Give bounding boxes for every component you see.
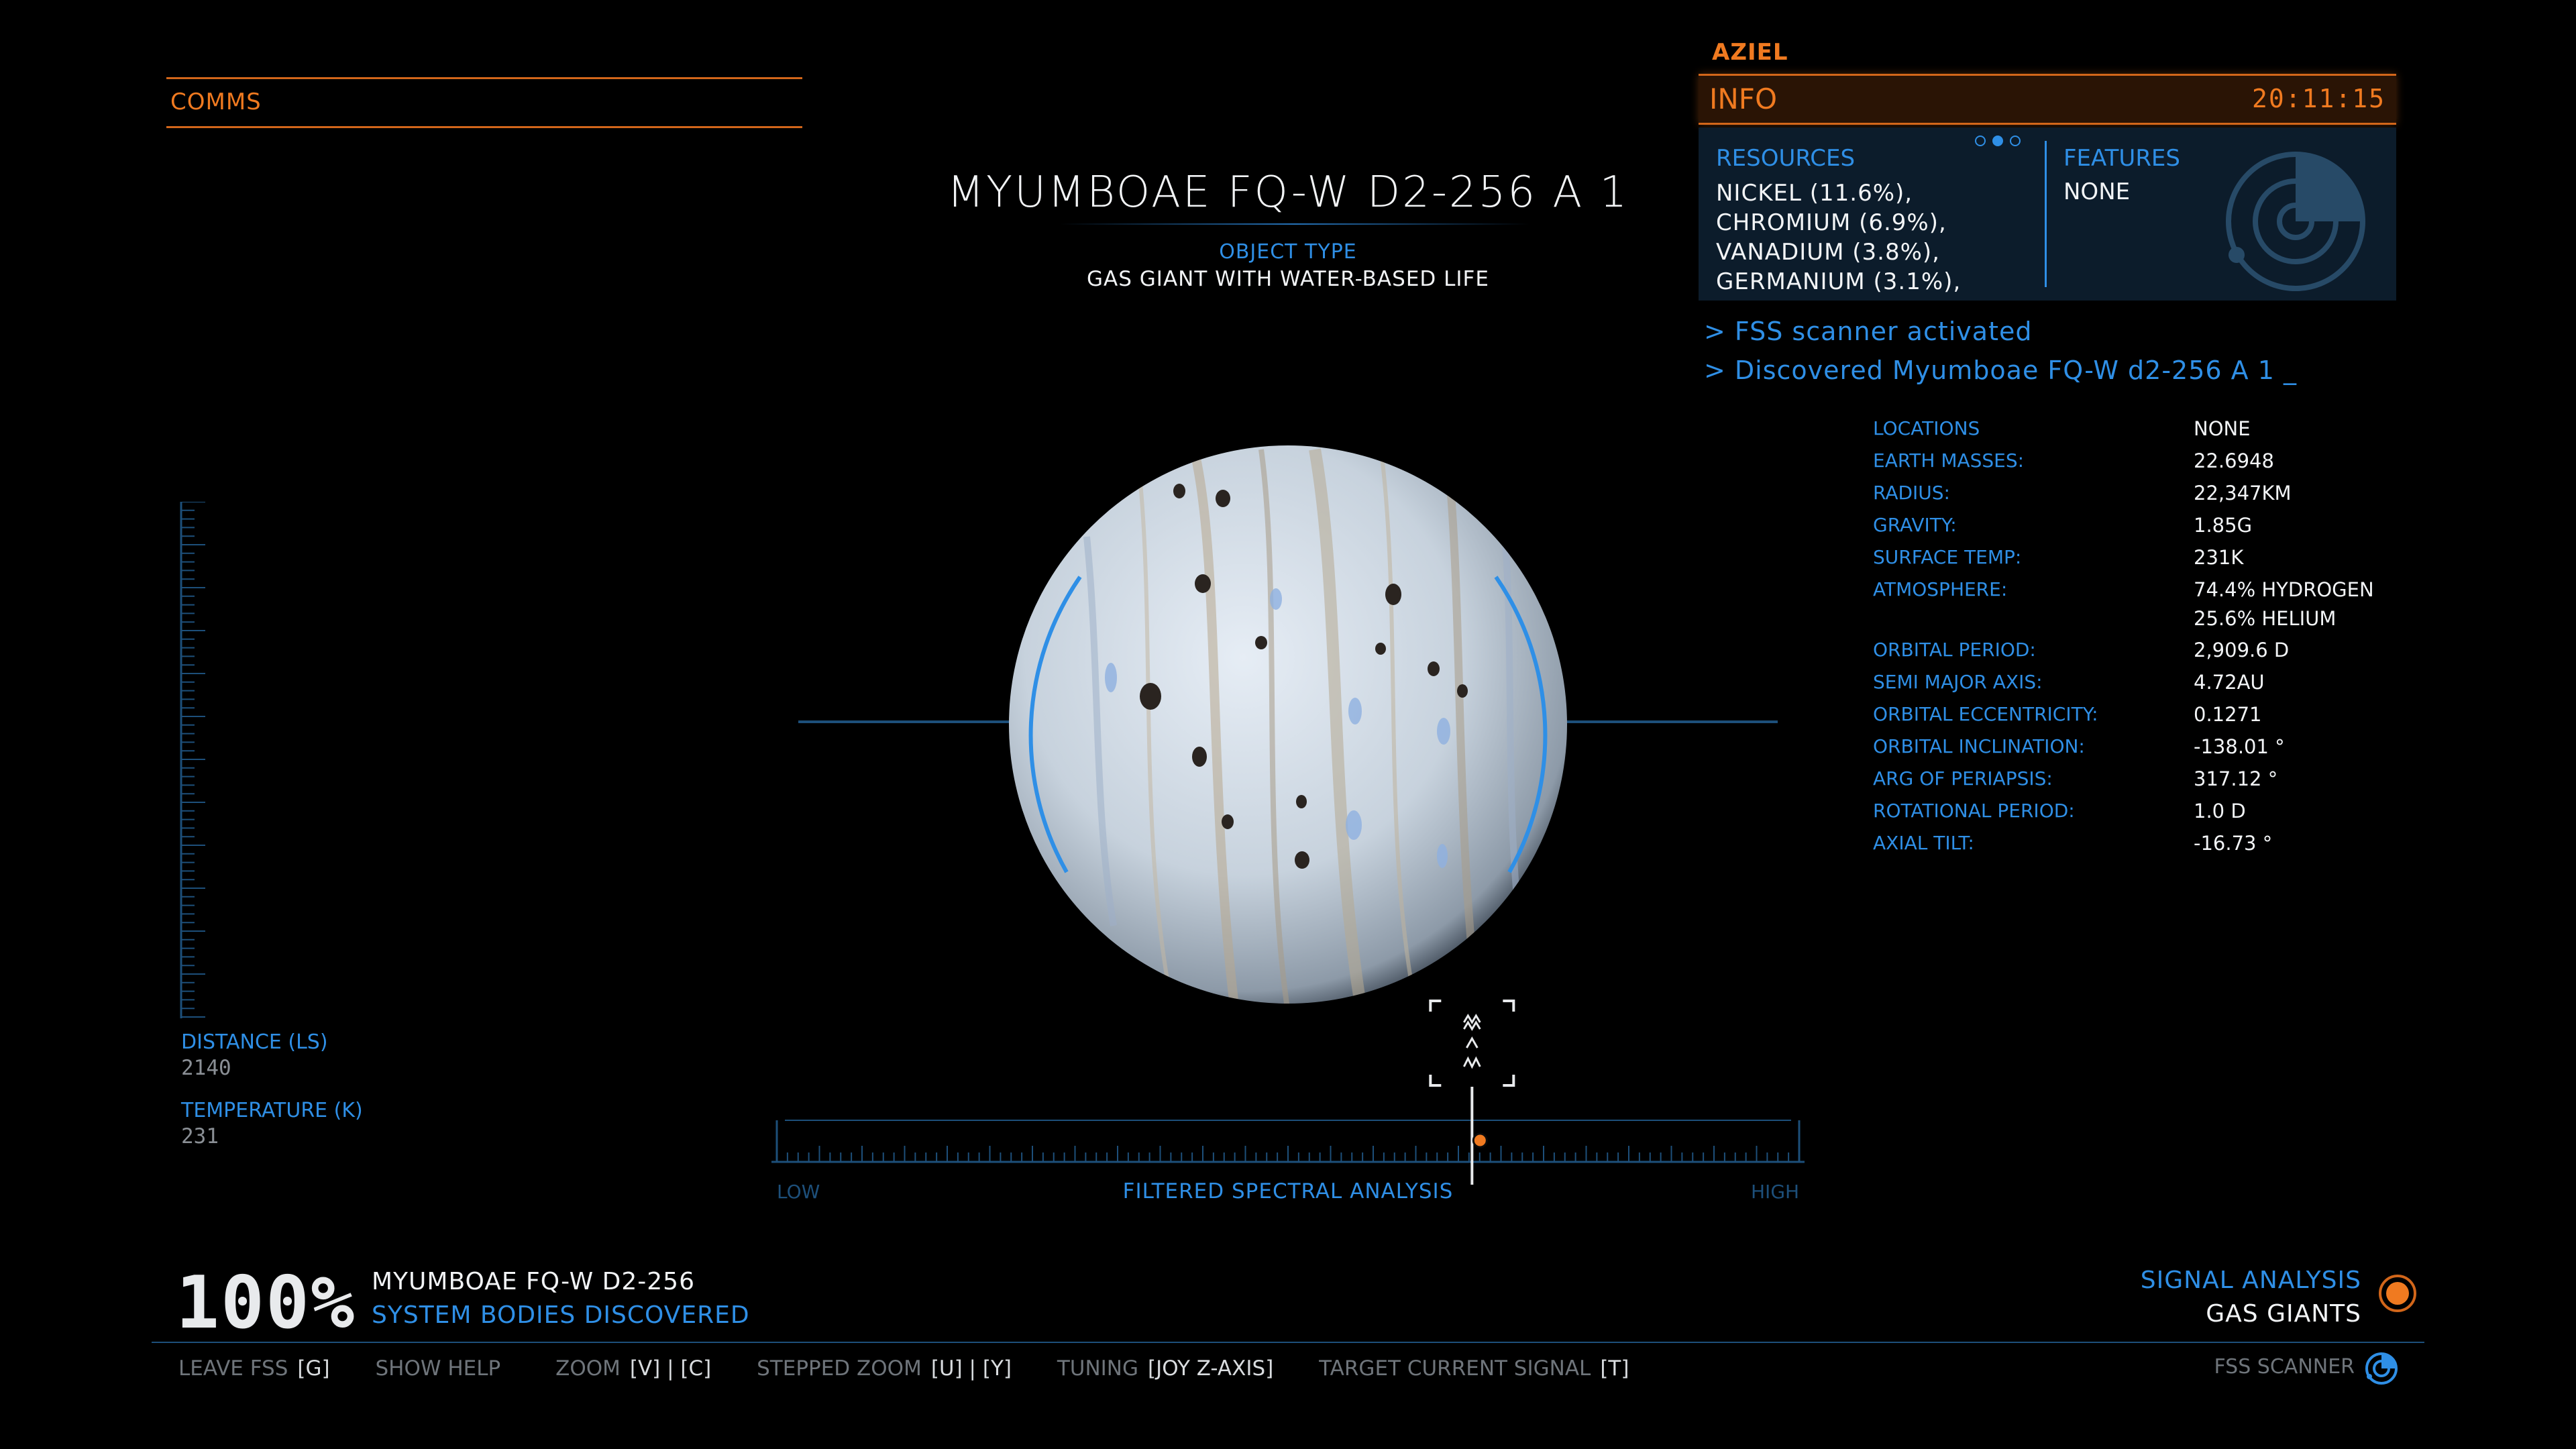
stat-label: AXIAL TILT:: [1873, 832, 1974, 854]
info-header: INFO 20:11:15: [1699, 74, 2396, 125]
stat-value: -138.01 °: [2194, 735, 2285, 758]
resources-title: RESOURCES: [1716, 145, 1856, 172]
stat-label: RADIUS:: [1873, 482, 1950, 504]
stat-value: 4.72AU: [2194, 671, 2265, 694]
log-line: > FSS scanner activated: [1704, 317, 2033, 346]
page-indicator[interactable]: [1975, 136, 2027, 149]
stat-value: 317.12 °: [2194, 767, 2278, 790]
stat-value: 0.1271: [2194, 703, 2262, 726]
show-help-control[interactable]: SHOW HELP: [375, 1356, 510, 1381]
resource-item: CHROMIUM (6.9%),: [1716, 209, 1947, 236]
log-line: > Discovered Myumboae FQ-W d2-256 A 1 _: [1704, 356, 2297, 385]
page-dot[interactable]: [2010, 136, 2021, 146]
page-dot[interactable]: [1975, 136, 1986, 146]
body-title: MYUMBOAE FQ-W D2-256 A 1: [947, 168, 1629, 217]
info-panel: RESOURCES NICKEL (11.6%), CHROMIUM (6.9%…: [1699, 127, 2396, 301]
spectrum-low-label: LOW: [777, 1181, 820, 1203]
stat-value: 1.0 D: [2194, 800, 2246, 822]
discovery-percent: 100%: [176, 1261, 356, 1345]
temperature-value: 231: [181, 1124, 219, 1148]
stat-value: -16.73 °: [2194, 832, 2273, 855]
stat-label: ROTATIONAL PERIOD:: [1873, 800, 2075, 822]
resource-item: VANADIUM (3.8%),: [1716, 239, 1940, 266]
stat-label: LOCATIONS: [1873, 417, 1980, 439]
leave-fss-control[interactable]: LEAVE FSS [G]: [178, 1356, 330, 1381]
distance-label: DISTANCE (LS): [181, 1030, 328, 1054]
distance-value: 2140: [181, 1056, 231, 1080]
stat-value: 74.4% HYDROGEN: [2194, 578, 2374, 601]
resource-item: NICKEL (11.6%),: [1716, 180, 1913, 207]
signal-analysis-button[interactable]: [2379, 1275, 2416, 1312]
stat-label: GRAVITY:: [1873, 514, 1957, 536]
stat-value: 231K: [2194, 546, 2244, 569]
resource-item: GERMANIUM (3.1%),: [1716, 268, 1962, 295]
spectral-analysis-bar[interactable]: [771, 986, 1805, 1208]
stat-label: ORBITAL ECCENTRICITY:: [1873, 703, 2098, 725]
signal-marker: [1472, 1132, 1488, 1148]
planet-scan-icon: [2226, 152, 2365, 291]
stepped-zoom-control[interactable]: STEPPED ZOOM [U] | [Y]: [757, 1356, 1012, 1381]
stat-label: SEMI MAJOR AXIS:: [1873, 671, 2043, 693]
spectrum-title: FILTERED SPECTRAL ANALYSIS: [1122, 1179, 1454, 1203]
stat-label: ORBITAL INCLINATION:: [1873, 735, 2085, 757]
commander-name: AZIEL: [1712, 39, 1788, 66]
signal-dot-icon: [2386, 1282, 2409, 1305]
stat-label: ARG OF PERIAPSIS:: [1873, 767, 2053, 790]
comms-panel[interactable]: COMMS: [166, 77, 802, 128]
object-type-label: OBJECT TYPE: [1219, 240, 1357, 264]
signal-analysis-label: SIGNAL ANALYSIS: [2140, 1267, 2361, 1294]
target-signal-control[interactable]: TARGET CURRENT SIGNAL [T]: [1319, 1356, 1629, 1381]
page-dot-active[interactable]: [1992, 136, 2003, 146]
stat-value: 2,909.6 D: [2194, 639, 2290, 661]
info-clock: 20:11:15: [2251, 84, 2385, 113]
resources-list: NICKEL (11.6%), CHROMIUM (6.9%), VANADIU…: [1716, 178, 1961, 297]
info-title: INFO: [1709, 83, 1778, 115]
stat-value: 1.85G: [2194, 514, 2253, 537]
object-type-value: GAS GIANT WITH WATER-BASED LIFE: [1087, 267, 1489, 291]
comms-label: COMMS: [170, 89, 262, 115]
stat-value: NONE: [2194, 417, 2251, 440]
tuning-control[interactable]: TUNING [JOY Z-AXIS]: [1057, 1356, 1273, 1381]
spectrum-ticks: [776, 1120, 1800, 1162]
spectrum-high-label: HIGH: [1751, 1181, 1800, 1203]
stat-value: 22,347KM: [2194, 482, 2292, 504]
fss-scanner-icon[interactable]: [2364, 1351, 2399, 1386]
control-hints: LEAVE FSS [G] SHOW HELP ZOOM [V] | [C] STE…: [178, 1356, 1668, 1381]
stat-label: SURFACE TEMP:: [1873, 546, 2022, 568]
gas-giant-planet: [1009, 445, 1567, 1004]
stat-label: ATMOSPHERE:: [1873, 578, 2008, 600]
discovery-label: SYSTEM BODIES DISCOVERED: [372, 1301, 750, 1329]
system-name: MYUMBOAE FQ-W D2-256: [372, 1268, 695, 1295]
stat-value: 25.6% HELIUM: [2194, 607, 2337, 630]
stat-label: EARTH MASSES:: [1873, 449, 2025, 472]
bottom-divider: [152, 1342, 2424, 1343]
temperature-label: TEMPERATURE (K): [181, 1099, 363, 1122]
zoom-ruler[interactable]: [178, 502, 212, 1018]
stat-value: 22.6948: [2194, 449, 2274, 472]
fss-scanner-label: FSS SCANNER: [2214, 1355, 2355, 1379]
planet-view[interactable]: [792, 429, 1784, 1020]
zoom-control[interactable]: ZOOM [V] | [C]: [555, 1356, 711, 1381]
stat-label: ORBITAL PERIOD:: [1873, 639, 2036, 661]
info-divider: [2045, 141, 2047, 287]
features-value: NONE: [2063, 178, 2131, 205]
features-title: FEATURES: [2063, 145, 2181, 172]
signal-analysis-value: GAS GIANTS: [2206, 1300, 2361, 1328]
title-divider: [1060, 223, 1529, 225]
